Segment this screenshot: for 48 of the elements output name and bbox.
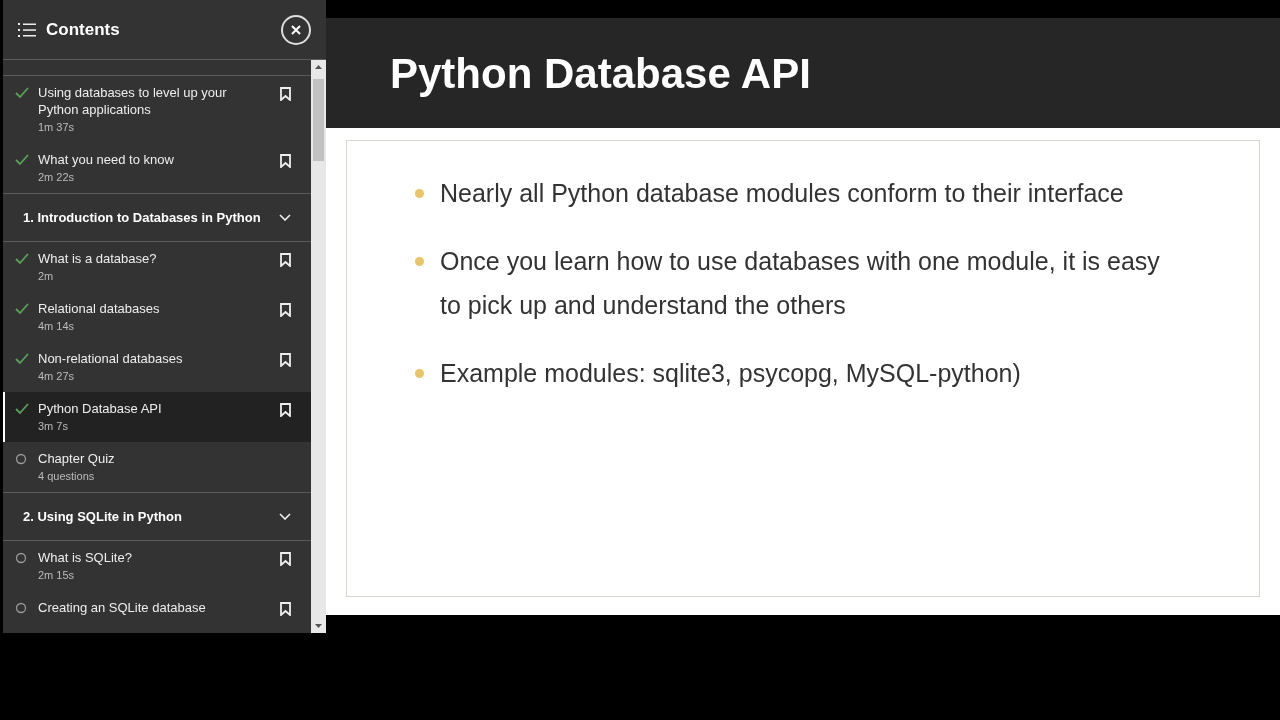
scroll-down-icon[interactable]	[315, 624, 322, 628]
lesson-title: Python Database API	[38, 400, 163, 417]
bullet-text: Example modules: sqlite3, psycopg, MySQL-python)	[440, 358, 1021, 389]
panel-title: Contents	[46, 18, 120, 41]
lesson-item[interactable]: What you need to know 2m 22s	[3, 143, 311, 193]
lesson-item[interactable]: Non-relational databases 4m 27s	[3, 342, 311, 392]
bookmark-icon[interactable]	[280, 552, 291, 566]
lesson-duration: 4m 27s	[38, 369, 76, 383]
bookmark-icon[interactable]	[280, 403, 291, 417]
chapter-header[interactable]: 2. Using SQLite in Python	[3, 492, 311, 541]
lesson-duration: 3m 7s	[38, 419, 69, 433]
lesson-item[interactable]: Using databases to level up your Python applications 1m 37s	[3, 76, 311, 143]
slide-title: Python Database API	[390, 48, 811, 99]
lesson-item[interactable]: Creating an SQLite database	[3, 591, 311, 633]
lesson-title: Creating an SQLite database	[38, 599, 207, 616]
bullet-text: Once you learn how to use databases with one module, it is easy to pick up and understand the others	[440, 246, 1161, 321]
lesson-title: Non-relational databases	[38, 350, 184, 367]
lesson-title: Chapter Quiz	[38, 450, 116, 467]
bullet-text: Nearly all Python database modules conform to their interface	[440, 178, 1124, 209]
lesson-item[interactable]: Relational databases 4m 14s	[3, 292, 311, 342]
lesson-duration: 2m 15s	[38, 568, 76, 582]
lesson-title: What you need to know	[38, 151, 175, 168]
bookmark-icon[interactable]	[280, 353, 291, 367]
bookmark-icon[interactable]	[280, 303, 291, 317]
close-button[interactable]	[281, 14, 311, 45]
scroll-up-icon[interactable]	[315, 65, 322, 69]
bookmark-icon[interactable]	[280, 154, 291, 168]
list-icon	[18, 22, 36, 37]
chapter-header[interactable]: 1. Introduction to Databases in Python	[3, 193, 311, 242]
lesson-title: Relational databases	[38, 300, 161, 317]
lesson-duration: 2m	[38, 269, 55, 283]
lesson-title: What is a database?	[38, 250, 158, 267]
lesson-item[interactable]: Chapter Quiz 4 questions	[3, 442, 311, 492]
lesson-item[interactable]: What is SQLite? 2m 15s	[3, 541, 311, 591]
lesson-item[interactable]: Python Database API 3m 7s	[3, 392, 311, 442]
lesson-title: Using databases to level up your Python applications	[38, 84, 228, 118]
lesson-duration: 4m 14s	[38, 319, 76, 333]
lesson-duration: 1m 37s	[38, 120, 76, 134]
lesson-duration: 4 questions	[38, 469, 96, 483]
close-icon	[291, 24, 301, 35]
scrollbar[interactable]	[311, 60, 326, 633]
bookmark-icon[interactable]	[280, 87, 291, 101]
lesson-item[interactable]: What is a database? 2m	[3, 242, 311, 292]
bookmark-icon[interactable]	[280, 602, 291, 616]
lesson-duration: 2m 22s	[38, 170, 76, 184]
scrollbar-thumb[interactable]	[313, 79, 324, 161]
bookmark-icon[interactable]	[280, 253, 291, 267]
lesson-title: What is SQLite?	[38, 549, 133, 566]
